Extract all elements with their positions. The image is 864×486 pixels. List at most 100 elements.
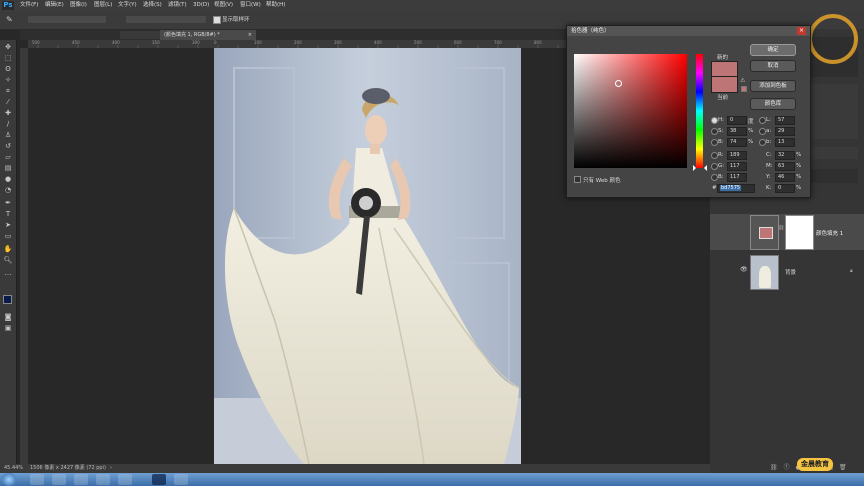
lasso-tool-icon[interactable]: ʘ: [3, 64, 13, 74]
lab-l-input[interactable]: 57: [775, 116, 795, 125]
photoshop-taskbar-icon[interactable]: [152, 474, 166, 485]
dialog-close-icon[interactable]: ×: [797, 27, 806, 35]
healing-brush-icon[interactable]: ✚: [3, 108, 13, 118]
document-image[interactable]: [214, 48, 521, 464]
magic-wand-icon[interactable]: ✧: [3, 75, 13, 85]
layer-name-background[interactable]: 背景: [785, 268, 796, 276]
ie-taskbar-icon[interactable]: [52, 474, 66, 485]
gradient-tool-icon[interactable]: ▤: [3, 163, 13, 173]
eraser-tool-icon[interactable]: ▱: [3, 152, 13, 162]
blur-tool-icon[interactable]: ●: [3, 174, 13, 184]
sample-layers-select[interactable]: [126, 16, 206, 23]
hand-tool-icon[interactable]: ✋: [3, 244, 13, 254]
status-arrow-icon[interactable]: ›: [110, 464, 112, 473]
layer-mask-thumbnail[interactable]: [785, 215, 814, 250]
hue-radio[interactable]: [711, 117, 718, 124]
app2-taskbar-icon[interactable]: [174, 474, 188, 485]
type-tool-icon[interactable]: T: [3, 209, 13, 219]
gamut-warning-icon[interactable]: ⚠: [740, 77, 745, 84]
hue-label: H:: [718, 117, 724, 123]
menu-view[interactable]: 视图(V): [214, 0, 233, 11]
red-radio[interactable]: [711, 152, 718, 159]
panel-tabs[interactable]: [808, 147, 858, 159]
add-to-swatches-button[interactable]: 添加到色板: [750, 80, 796, 92]
menu-image[interactable]: 图像(I): [70, 0, 87, 11]
web-colors-checkbox[interactable]: [574, 176, 581, 183]
ruler-label: 400: [374, 40, 382, 45]
lab-a-radio[interactable]: [759, 128, 766, 135]
chrome-taskbar-icon[interactable]: [118, 474, 132, 485]
color-cursor-icon[interactable]: [615, 80, 622, 87]
menu-type[interactable]: 文字(Y): [118, 0, 137, 11]
visibility-eye-icon[interactable]: 👁︎: [740, 266, 748, 273]
ok-button[interactable]: 确定: [750, 44, 796, 56]
start-button-icon[interactable]: [2, 473, 16, 486]
watermark-logo-icon: [808, 14, 858, 64]
hue-slider[interactable]: [696, 54, 703, 168]
hex-input[interactable]: bd7575: [717, 184, 755, 193]
path-selection-icon[interactable]: ➤: [3, 220, 13, 230]
dodge-tool-icon[interactable]: ◔: [3, 185, 13, 195]
lab-b-radio[interactable]: [759, 139, 766, 146]
saturation-brightness-field[interactable]: [574, 54, 687, 168]
zoom-tool-icon[interactable]: 🔍︎: [3, 255, 13, 265]
brush-tool-icon[interactable]: ∕: [3, 119, 13, 129]
hue-input[interactable]: 0: [727, 116, 747, 125]
lab-b-input[interactable]: 13: [775, 138, 795, 147]
menu-help[interactable]: 帮助(H): [266, 0, 285, 11]
hue-slider-handle-left-icon[interactable]: [693, 165, 696, 171]
color-libraries-button[interactable]: 颜色库: [750, 98, 796, 110]
green-label: G:: [718, 163, 725, 169]
red-input[interactable]: 189: [727, 151, 747, 160]
cancel-button[interactable]: 取消: [750, 60, 796, 72]
history-brush-icon[interactable]: ↺: [3, 141, 13, 151]
blue-input[interactable]: 117: [727, 173, 747, 182]
eyedropper-icon[interactable]: ✎: [6, 15, 16, 24]
websafe-swatch[interactable]: [741, 86, 747, 92]
brightness-radio[interactable]: [711, 139, 718, 146]
shape-tool-icon[interactable]: ▭: [3, 231, 13, 241]
menu-3d[interactable]: 3D(D): [193, 0, 209, 11]
show-sampling-ring-checkbox[interactable]: [213, 16, 221, 24]
screen-mode-icon[interactable]: ▣: [3, 323, 13, 333]
menu-window[interactable]: 窗口(W): [240, 0, 261, 11]
magenta-input[interactable]: 63: [775, 162, 795, 171]
menu-select[interactable]: 选择(S): [143, 0, 162, 11]
pen-tool-icon[interactable]: ✒: [3, 198, 13, 208]
lab-a-input[interactable]: 29: [775, 127, 795, 136]
saturation-radio[interactable]: [711, 128, 718, 135]
brightness-input[interactable]: 74: [727, 138, 747, 147]
crop-tool-icon[interactable]: ⌗: [3, 86, 13, 96]
new-color-label: 新的: [717, 55, 729, 61]
quick-mask-icon[interactable]: ◙: [3, 312, 13, 322]
eyedropper-tool-icon[interactable]: ⁄: [3, 97, 13, 107]
menu-edit[interactable]: 编辑(E): [45, 0, 64, 11]
green-input[interactable]: 117: [727, 162, 747, 171]
menu-layer[interactable]: 图层(L): [94, 0, 112, 11]
document-tab[interactable]: (颜色填充 1, RGB/8#) * ×: [160, 30, 256, 40]
marquee-tool-icon[interactable]: ⬚: [3, 53, 13, 63]
menu-filter[interactable]: 滤镜(T): [168, 0, 187, 11]
blue-radio[interactable]: [711, 174, 718, 181]
doc-tab-filename-blurred[interactable]: [120, 31, 160, 39]
yellow-input[interactable]: 46: [775, 173, 795, 182]
lab-l-radio[interactable]: [759, 117, 766, 124]
foreground-color-swatch[interactable]: [3, 295, 12, 304]
menu-file[interactable]: 文件(F): [20, 0, 38, 11]
green-radio[interactable]: [711, 163, 718, 170]
more-tools-icon[interactable]: …: [3, 268, 13, 278]
media-taskbar-icon[interactable]: [96, 474, 110, 485]
saturation-input[interactable]: 38: [727, 127, 747, 136]
hue-slider-handle-right-icon[interactable]: [704, 165, 707, 171]
zoom-level[interactable]: 45.44%: [4, 464, 23, 473]
close-tab-icon[interactable]: ×: [248, 30, 252, 40]
explorer-taskbar-icon[interactable]: [30, 474, 44, 485]
clone-stamp-icon[interactable]: ♙: [3, 130, 13, 140]
app-taskbar-icon[interactable]: [74, 474, 88, 485]
cyan-input[interactable]: 32: [775, 151, 795, 160]
black-input[interactable]: 0: [775, 184, 795, 193]
move-tool-icon[interactable]: ✥: [3, 42, 13, 52]
layer-name-fill[interactable]: 颜色填充 1: [816, 229, 843, 237]
sample-size-select[interactable]: [28, 16, 106, 23]
current-color-swatch[interactable]: [711, 76, 738, 93]
